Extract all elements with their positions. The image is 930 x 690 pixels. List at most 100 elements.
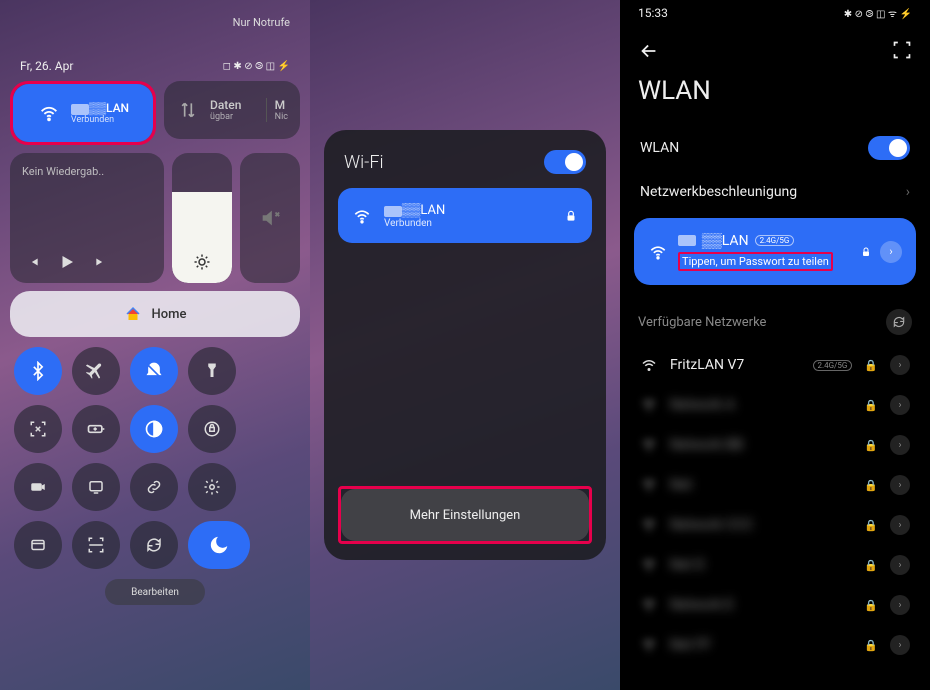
media-title: Kein Wiedergab.. [22,165,152,178]
network-row[interactable]: Network A 🔒 › [634,385,916,425]
home-icon [124,305,142,323]
chevron-right-icon[interactable]: › [890,395,910,415]
wallet-toggle[interactable] [14,521,62,569]
network-details-button[interactable]: › [880,241,902,263]
wifi-popup: Wi-Fi xx▒▒LAN Verbunden Mehr Einstellung… [324,130,606,560]
lock-icon: 🔒 [864,559,878,572]
lock-icon [860,246,872,258]
rotation-lock-toggle[interactable] [188,405,236,453]
wifi-icon [640,356,658,374]
wifi-tile-status: Verbunden [71,115,129,125]
chevron-right-icon[interactable]: › [890,635,910,655]
edit-label: Bearbeiten [131,587,179,598]
battery-toggle[interactable] [72,405,120,453]
chevron-right-icon[interactable]: › [890,555,910,575]
emergency-only-label: Nur Notrufe [10,10,300,29]
network-row[interactable]: FritzLAN V7 2.4G/5G 🔒 › [634,345,916,385]
wlan-label: WLAN [640,140,679,156]
data-tile-name: Daten [210,98,256,112]
redacted-prefix: xx [678,235,696,246]
wlan-toggle-row[interactable]: WLAN [634,124,916,172]
chevron-right-icon[interactable]: › [890,355,910,375]
lock-icon: 🔒 [864,639,878,652]
volume-tile[interactable] [240,153,300,283]
available-networks-label: Verfügbare Netzwerke [638,315,766,330]
network-name: ▒▒LAN [402,203,445,218]
date-label: Fr, 26. Apr [20,59,73,73]
more-settings-button[interactable]: Mehr Einstellungen [341,489,589,541]
wifi-icon [640,556,658,574]
wifi-icon [640,516,658,534]
data-tile2-status: Nic [275,112,288,122]
brightness-slider[interactable] [172,153,232,283]
invert-toggle[interactable] [130,405,178,453]
settings-toggle[interactable] [188,463,236,511]
next-icon[interactable] [94,255,108,269]
brightness-icon [193,253,211,271]
chevron-right-icon[interactable]: › [890,595,910,615]
wifi-tile-name: ▒▒LAN [89,101,129,115]
lock-icon: 🔒 [864,359,878,372]
connected-network[interactable]: xx▒▒LAN Verbunden [338,188,592,243]
camera-toggle[interactable] [14,463,62,511]
link-toggle[interactable] [130,463,178,511]
share-password-hint: Tippen, um Passwort zu teilen [678,252,833,271]
network-row[interactable]: Net D 🔒 › [634,545,916,585]
mobile-data-tile[interactable]: Daten ügbar M Nic [164,81,300,139]
lock-icon: 🔒 [864,439,878,452]
back-icon[interactable] [638,40,660,62]
network-name: FritzLAN V7 [670,357,801,373]
redacted-prefix: xx [384,206,402,217]
network-name: Network CCC [670,517,852,533]
chevron-right-icon[interactable]: › [890,515,910,535]
network-name: Network E [670,597,852,613]
network-row[interactable]: Net FF🔒› [634,625,916,665]
wifi-icon [640,636,658,654]
chevron-right-icon[interactable]: › [890,475,910,495]
refresh-button[interactable] [886,309,912,335]
wifi-popup-panel: Wi-Fi xx▒▒LAN Verbunden Mehr Einstellung… [310,0,620,690]
home-label: Home [152,307,187,322]
bluetooth-toggle[interactable] [14,347,62,395]
lock-icon: 🔒 [864,399,878,412]
chevron-right-icon[interactable]: › [890,435,910,455]
network-row[interactable]: Network CCC🔒› [634,505,916,545]
edit-button[interactable]: Bearbeiten [105,579,205,605]
wifi-icon [352,206,372,226]
wifi-switch[interactable] [544,150,586,174]
dnd-toggle[interactable] [130,347,178,395]
airplane-toggle[interactable] [72,347,120,395]
play-icon[interactable] [58,253,76,271]
home-tile[interactable]: Home [10,291,300,337]
wlan-switch[interactable] [868,136,910,160]
cast-toggle[interactable] [72,463,120,511]
network-acceleration-row[interactable]: Netzwerkbeschleunigung › [634,172,916,212]
status-icons: ✱ ⊘ ⧁ ◫ ᯤ ⚡ [844,6,912,20]
accel-label: Netzwerkbeschleunigung [640,184,797,200]
flashlight-toggle[interactable] [188,347,236,395]
redacted-prefix: xx [71,104,89,115]
chevron-right-icon: › [906,184,910,200]
sync-toggle[interactable] [130,521,178,569]
status-bar: Fr, 26. Apr ◻ ✱ ⊘ ⧁ ◫ ⚡ [10,29,300,81]
wifi-icon [640,396,658,414]
scan-toggle[interactable] [72,521,120,569]
night-mode-toggle[interactable] [188,521,250,569]
connected-network-card[interactable]: xx ▒▒LAN 2.4G/5G Tippen, um Passwort zu … [634,218,916,285]
media-tile[interactable]: Kein Wiedergab.. [10,153,164,283]
network-name: Network A [670,397,852,413]
highlight-more-settings: Mehr Einstellungen [338,486,592,544]
data-icon [176,98,200,122]
prev-icon[interactable] [26,255,40,269]
lock-icon: 🔒 [864,599,878,612]
band-badge: 2.4G/5G [813,360,853,371]
lock-icon: 🔒 [864,479,878,492]
scan-icon[interactable] [892,40,912,62]
network-row[interactable]: Net🔒› [634,465,916,505]
network-row[interactable]: Network BB🔒› [634,425,916,465]
network-name: Net D [670,557,852,573]
wifi-tile[interactable]: xx▒▒LAN Verbunden [13,84,153,142]
network-row[interactable]: Network E 🔒 › [634,585,916,625]
wifi-popup-title: Wi-Fi [344,152,384,173]
screenshot-toggle[interactable] [14,405,62,453]
